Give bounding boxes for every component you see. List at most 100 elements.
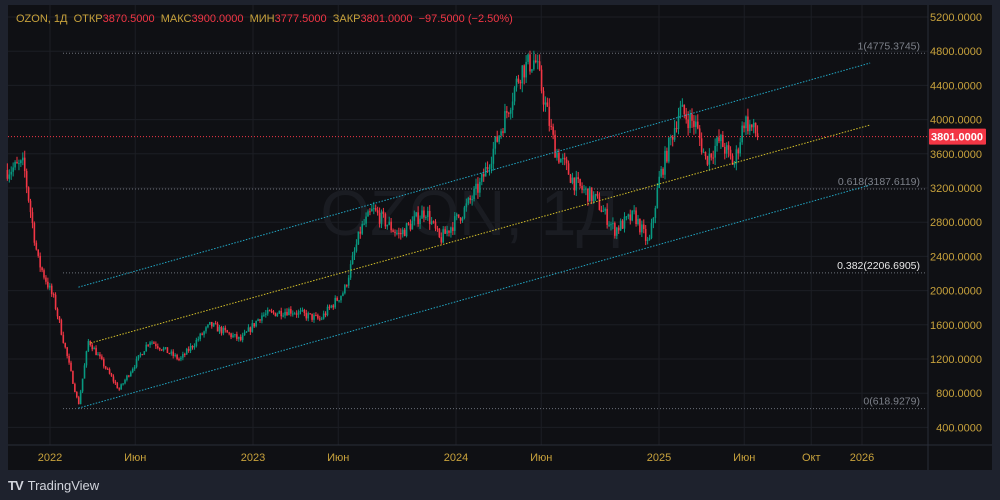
candle-body <box>342 293 344 296</box>
candle-body <box>621 220 624 229</box>
candle-body <box>689 114 691 129</box>
candle-body <box>54 294 57 309</box>
candle-body <box>625 216 628 218</box>
symbol-label[interactable]: OZON, 1Д <box>16 13 67 25</box>
candle-body <box>428 210 431 224</box>
fib-level-label: 0.618(3187.6119) <box>838 176 920 188</box>
candle-body <box>197 339 200 341</box>
candle-body <box>583 189 585 191</box>
candle-body <box>652 217 655 224</box>
candle-body <box>492 148 495 164</box>
candle-body <box>538 61 541 70</box>
tradingview-logo-icon[interactable]: TV <box>8 478 24 493</box>
candle-body <box>367 211 369 217</box>
candle-body <box>303 310 306 313</box>
candle-body <box>351 255 354 265</box>
candle-body <box>116 383 119 389</box>
candle-body <box>741 125 743 143</box>
candle-body <box>156 346 159 348</box>
candle-body <box>255 320 257 327</box>
candle-body <box>56 308 59 317</box>
candle-body <box>671 136 674 140</box>
candle-body <box>216 323 219 332</box>
candle-body <box>648 238 651 240</box>
candle-body <box>629 214 632 221</box>
chart-canvas[interactable]: OZON, 1Д 1(4775.3745) 0.618(3187.6119) 0.38… <box>0 0 1000 500</box>
candle-body <box>417 212 419 224</box>
candle-body <box>353 251 356 256</box>
x-tick-label: Окт <box>802 452 821 464</box>
candle-body <box>347 277 350 286</box>
candle-body <box>185 348 188 355</box>
candle-body <box>390 221 392 231</box>
candle-body <box>209 321 211 325</box>
candle-body <box>35 242 38 250</box>
candle-body <box>338 300 340 302</box>
candle-body <box>590 187 593 202</box>
candle-body <box>374 208 377 211</box>
candle-body <box>700 138 703 153</box>
candle-body <box>207 324 209 328</box>
candle-body <box>479 181 481 193</box>
candle-body <box>16 162 18 164</box>
candle-body <box>623 216 626 229</box>
candle-body <box>168 353 171 355</box>
y-tick-label: 2400.0000 <box>930 251 982 263</box>
candle-body <box>126 375 128 380</box>
candle-body <box>506 111 508 113</box>
candle-body <box>241 335 244 341</box>
candle-body <box>189 345 192 351</box>
candle-body <box>602 210 605 212</box>
candle-body <box>733 163 736 165</box>
candle-body <box>465 203 468 208</box>
candle-body <box>268 310 271 312</box>
candle-body <box>419 218 421 224</box>
candle-body <box>68 355 70 363</box>
candle-body <box>401 229 404 235</box>
candle-body <box>382 211 385 214</box>
candle-body <box>172 351 175 356</box>
candle-body <box>359 231 362 234</box>
candle-body <box>687 119 689 129</box>
y-tick-label: 3200.0000 <box>930 183 982 195</box>
high-label: МАКС <box>160 13 192 25</box>
candle-body <box>560 158 562 163</box>
candle-body <box>282 315 284 317</box>
candle-body <box>120 384 122 390</box>
candle-body <box>234 334 236 336</box>
candle-body <box>361 224 364 234</box>
candle-body <box>14 162 16 168</box>
candle-body <box>588 187 591 202</box>
brand-name[interactable]: TradingView <box>28 478 100 493</box>
candle-body <box>515 78 518 88</box>
candle-body <box>263 314 265 316</box>
candle-body <box>585 188 587 190</box>
candle-body <box>735 149 738 164</box>
candle-body <box>426 210 429 218</box>
candle-body <box>486 166 489 169</box>
candle-body <box>47 281 49 288</box>
x-tick-label: 2025 <box>647 452 671 464</box>
candle-body <box>442 229 445 243</box>
candle-body <box>95 347 97 355</box>
candle-body <box>85 351 88 366</box>
candle-body <box>716 137 718 146</box>
x-tick-label: 2026 <box>850 452 874 464</box>
candle-body <box>683 104 686 115</box>
candle-body <box>336 297 338 301</box>
candle-body <box>290 309 292 314</box>
candle-body <box>594 194 597 196</box>
candle-body <box>413 216 416 221</box>
candle-body <box>540 69 543 91</box>
candle-body <box>386 224 389 227</box>
candle-body <box>550 125 553 127</box>
candle-body <box>737 149 740 154</box>
candle-body <box>392 230 394 232</box>
candle-body <box>579 179 581 186</box>
candle-body <box>627 214 630 217</box>
candle-body <box>284 311 286 316</box>
candle-body <box>236 334 238 339</box>
candle-body <box>349 264 352 278</box>
candle-body <box>696 121 699 129</box>
candle-body <box>536 61 539 63</box>
